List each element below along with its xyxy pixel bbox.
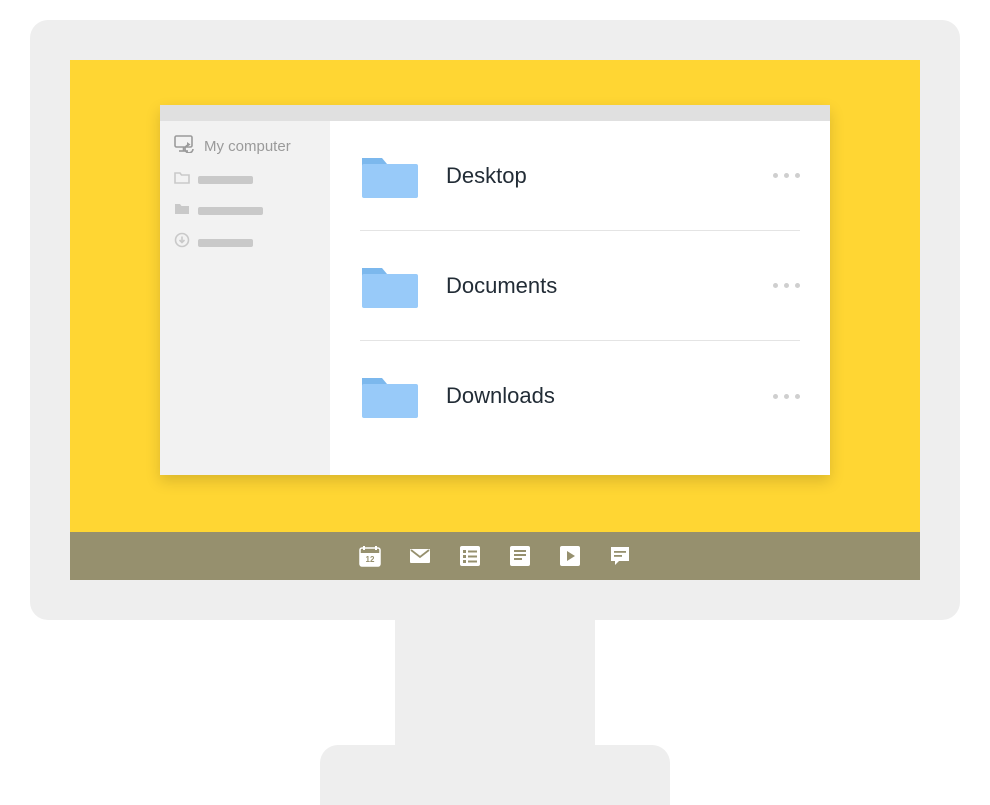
sidebar: My computer (160, 121, 330, 475)
list-icon[interactable] (459, 545, 481, 567)
mail-icon[interactable] (409, 545, 431, 567)
folder-name: Downloads (446, 383, 773, 409)
taskbar: 12 (70, 532, 920, 580)
sidebar-item-placeholder-2[interactable] (174, 201, 316, 220)
monitor-sync-icon (174, 135, 196, 158)
window-titlebar[interactable] (160, 105, 830, 121)
play-icon[interactable] (559, 545, 581, 567)
sidebar-placeholder-text (198, 207, 263, 215)
folder-icon (360, 372, 420, 420)
more-options-button[interactable] (773, 394, 800, 399)
download-circle-icon (174, 232, 190, 253)
folder-outline-icon (174, 170, 190, 189)
folder-list: Desktop Documents (330, 121, 830, 475)
folder-icon (360, 152, 420, 200)
folder-row-downloads[interactable]: Downloads (360, 341, 800, 451)
more-options-button[interactable] (773, 283, 800, 288)
folder-name: Desktop (446, 163, 773, 189)
folder-row-documents[interactable]: Documents (360, 231, 800, 341)
monitor-stand-neck (395, 620, 595, 760)
desktop-background: My computer (70, 60, 920, 580)
folder-row-desktop[interactable]: Desktop (360, 121, 800, 231)
chat-icon[interactable] (609, 545, 631, 567)
calendar-icon[interactable]: 12 (359, 545, 381, 567)
folder-name: Documents (446, 273, 773, 299)
document-icon[interactable] (509, 545, 531, 567)
sidebar-item-placeholder-3[interactable] (174, 232, 316, 253)
sidebar-label: My computer (204, 138, 291, 155)
file-explorer-window: My computer (160, 105, 830, 475)
sidebar-placeholder-text (198, 239, 253, 247)
monitor-frame: My computer (30, 20, 960, 620)
folder-icon (360, 262, 420, 310)
sidebar-item-my-computer[interactable]: My computer (174, 135, 316, 158)
folder-solid-icon (174, 201, 190, 220)
svg-text:12: 12 (366, 555, 375, 564)
monitor-stand-base (320, 745, 670, 805)
sidebar-item-placeholder-1[interactable] (174, 170, 316, 189)
more-options-button[interactable] (773, 173, 800, 178)
sidebar-placeholder-text (198, 176, 253, 184)
